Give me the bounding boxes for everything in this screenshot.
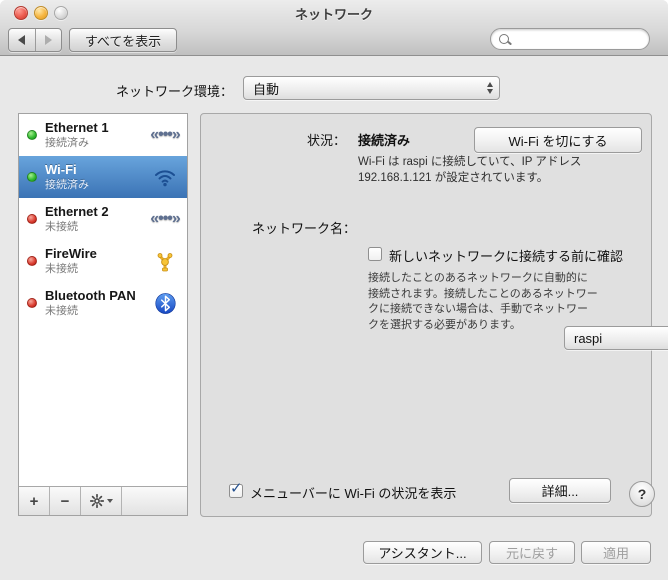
network-location-popup[interactable]: 自動 — [243, 76, 500, 100]
ask-to-join-description: 接続したことのあるネットワークに自動的に接続されます。接続したことのあるネットワ… — [368, 271, 598, 333]
network-location-label: ネットワーク環境： — [0, 81, 233, 100]
interface-name: FireWire — [45, 247, 97, 261]
status-dot — [27, 130, 37, 140]
titlebar: ネットワーク すべてを表示 — [0, 0, 668, 56]
list-item-firewire[interactable]: FireWire 未接続 — [19, 240, 187, 282]
interface-list: Ethernet 1 接続済み «•••» Wi-Fi 接続済み — [18, 113, 188, 516]
wifi-detail-panel: 状況： 接続済み Wi-Fi を切にする Wi-Fi は raspi に接続して… — [200, 113, 652, 517]
ethernet-icon: «•••» — [151, 114, 179, 156]
firewire-icon — [151, 240, 179, 282]
status-value: 接続済み — [358, 130, 410, 149]
show-wifi-in-menubar-label: メニューバーに Wi-Fi の状況を表示 — [250, 483, 456, 502]
remove-interface-button[interactable]: − — [50, 487, 81, 515]
add-interface-button[interactable]: + — [19, 487, 50, 515]
revert-button[interactable]: 元に戻す — [489, 541, 575, 564]
interface-status: 未接続 — [45, 221, 109, 233]
interface-status: 未接続 — [45, 263, 97, 275]
forward-arrow-icon — [45, 35, 52, 45]
popup-stepper-icon — [487, 77, 493, 99]
bluetooth-icon — [151, 282, 179, 324]
interface-status: 接続済み — [45, 137, 109, 149]
nav-back-forward — [8, 28, 62, 52]
list-item-wifi[interactable]: Wi-Fi 接続済み — [19, 156, 187, 198]
list-item-bluetooth-pan[interactable]: Bluetooth PAN 未接続 — [19, 282, 187, 324]
status-dot — [27, 298, 37, 308]
ethernet-icon: «•••» — [151, 198, 179, 240]
status-dot — [27, 172, 37, 182]
network-location-value: 自動 — [253, 79, 279, 98]
search-input[interactable] — [514, 31, 638, 47]
status-label: 状況： — [226, 130, 346, 149]
action-menu-button[interactable] — [81, 487, 122, 515]
help-button[interactable]: ? — [629, 481, 655, 507]
ask-to-join-checkbox[interactable]: ✓ — [368, 247, 382, 261]
network-name-label: ネットワーク名： — [226, 218, 356, 237]
show-wifi-in-menubar-checkbox[interactable]: ✓ — [229, 484, 243, 498]
apply-button[interactable]: 適用 — [581, 541, 651, 564]
advanced-button[interactable]: 詳細... — [509, 478, 611, 503]
search-field[interactable] — [490, 28, 650, 50]
interface-name: Ethernet 1 — [45, 121, 109, 135]
gear-icon — [90, 494, 104, 508]
wifi-off-button[interactable]: Wi-Fi を切にする — [474, 127, 642, 153]
interface-status: 未接続 — [45, 305, 136, 317]
assistant-button[interactable]: アシスタント... — [363, 541, 482, 564]
checkmark-icon: ✓ — [230, 479, 243, 497]
ask-to-join-label: 新しいネットワークに接続する前に確認 — [389, 246, 623, 265]
interface-name: Wi-Fi — [45, 163, 89, 177]
gear-dropdown-arrow-icon — [107, 499, 113, 503]
interface-name: Ethernet 2 — [45, 205, 109, 219]
wifi-icon — [151, 156, 179, 198]
list-item-ethernet1[interactable]: Ethernet 1 接続済み «•••» — [19, 114, 187, 156]
back-button[interactable] — [9, 29, 35, 51]
interface-list-footer: + − — [19, 486, 187, 515]
search-icon — [499, 34, 509, 44]
forward-button[interactable] — [35, 29, 62, 51]
interface-name: Bluetooth PAN — [45, 289, 136, 303]
list-item-ethernet2[interactable]: Ethernet 2 未接続 «•••» — [19, 198, 187, 240]
status-dot — [27, 214, 37, 224]
status-description: Wi-Fi は raspi に接続していて、IP アドレス 192.168.1.… — [358, 154, 635, 186]
window-title: ネットワーク — [0, 4, 668, 23]
back-arrow-icon — [18, 35, 25, 45]
interface-status: 接続済み — [45, 179, 89, 191]
show-all-button[interactable]: すべてを表示 — [69, 28, 177, 52]
network-preferences-window: ネットワーク すべてを表示 ネットワーク環境： 自動 Ethernet 1 接続… — [0, 0, 668, 580]
status-dot — [27, 256, 37, 266]
